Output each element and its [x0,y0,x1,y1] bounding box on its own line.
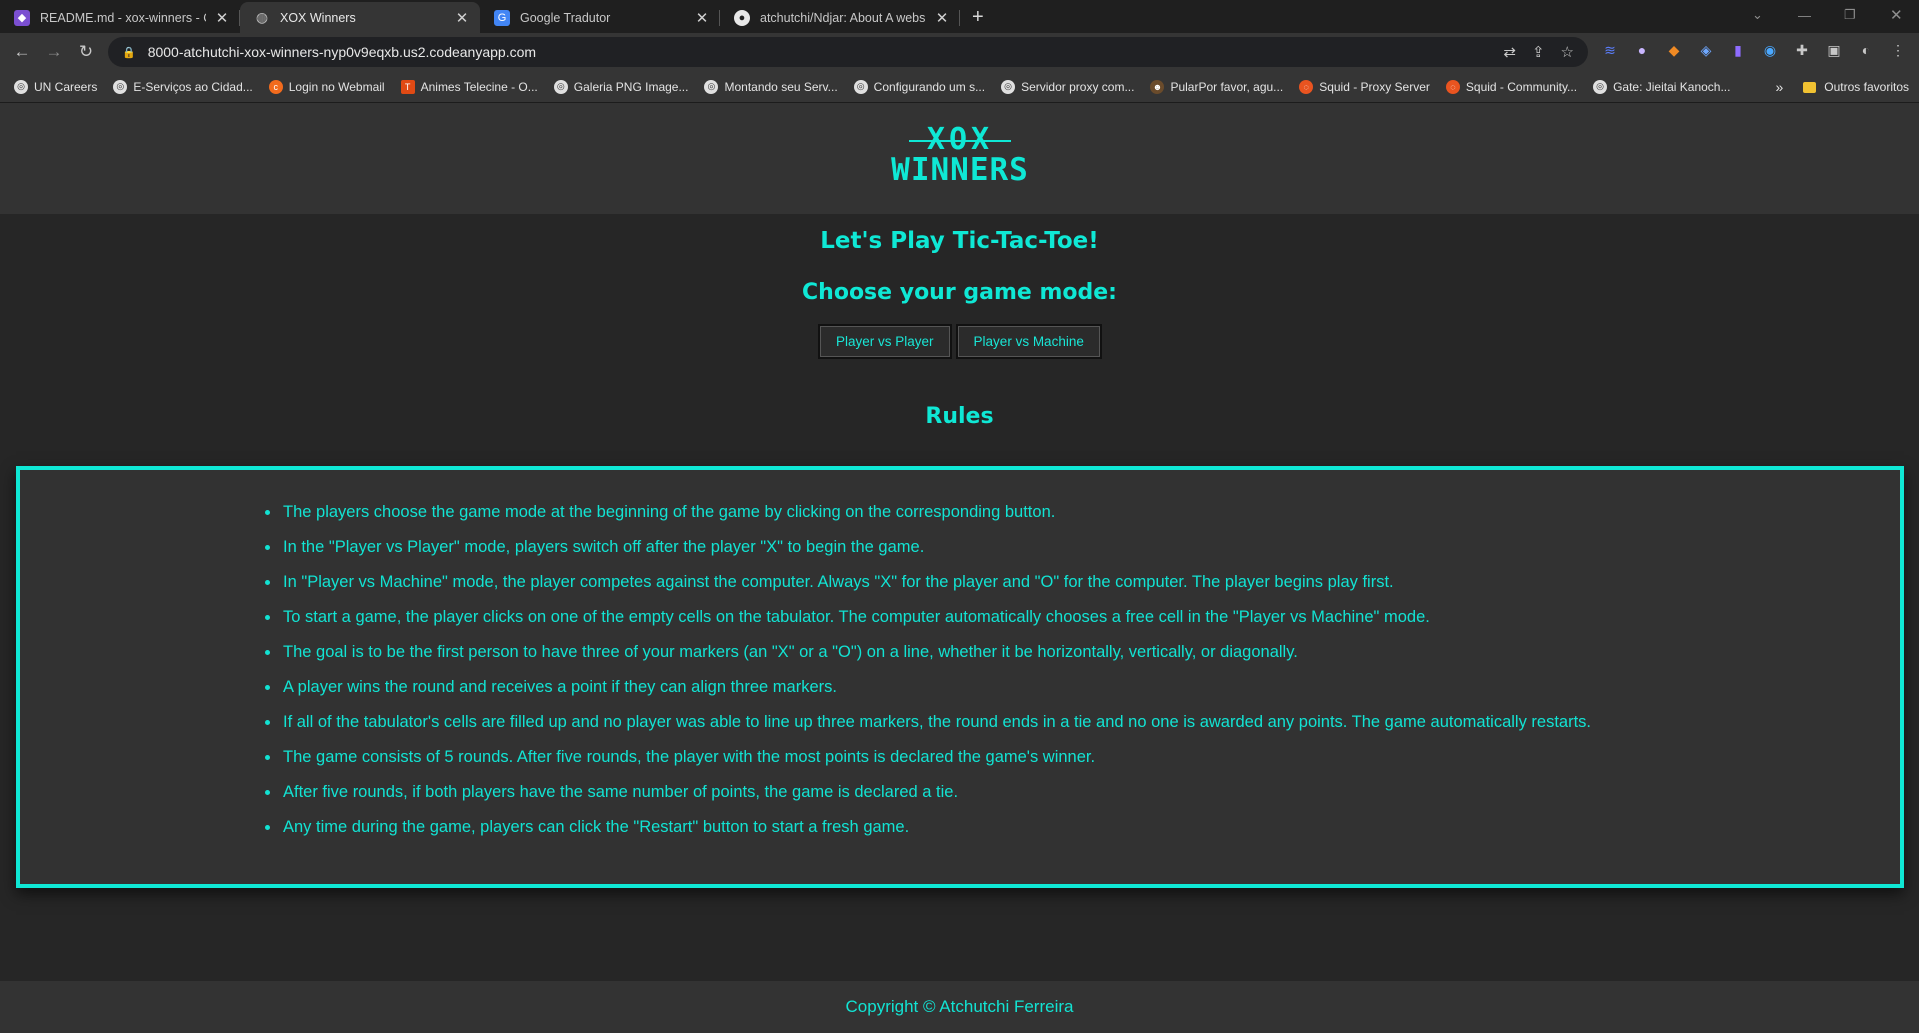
rule-item: Any time during the game, players can cl… [264,817,1591,852]
bookmark-item[interactable]: c Login no Webmail [268,79,385,94]
logo-line-2: WINNERS [891,152,1029,188]
window-close-icon[interactable]: ✕ [1890,0,1903,30]
close-icon[interactable]: ✕ [214,9,230,27]
bookmark-item[interactable]: ◎ Gate: Jieitai Kanoch... [1593,79,1730,94]
bookmark-webmail-icon: c [268,79,283,94]
forward-arrow-icon[interactable]: → [38,42,70,62]
rules-list: The players choose the game mode at the … [264,502,1591,852]
metamask-icon[interactable]: ◆ [1664,42,1684,62]
minimize-icon[interactable]: — [1798,0,1811,30]
rule-item: A player wins the round and receives a p… [264,677,1591,712]
tab-divider [959,10,960,26]
rules-heading: Rules [925,404,994,429]
bookmark-ubuntu-icon: ◌ [1299,79,1314,94]
game-mode-heading: Choose your game mode: [802,280,1117,305]
browser-toolbar: ← → ↻ 🔒 8000-atchutchi-xox-winners-nyp0v… [0,33,1919,71]
rule-item: After five rounds, if both players have … [264,782,1591,817]
player-vs-player-button[interactable]: Player vs Player [818,324,952,359]
bookmark-globe-icon: ◎ [1001,79,1016,94]
bookmark-item[interactable]: ◌ Squid - Proxy Server [1299,79,1430,94]
browser-tab-xox-winners[interactable]: ◍ XOX Winners ✕ [240,2,480,33]
rule-item: If all of the tabulator's cells are fill… [264,712,1591,747]
back-arrow-icon[interactable]: ← [6,42,38,62]
bookmarks-right: » Outros favoritos [1776,79,1910,95]
close-icon[interactable]: ✕ [934,9,950,27]
bookmark-globe-icon: ◎ [704,79,719,94]
bookmark-person-icon: ☻ [1150,79,1165,94]
side-panel-icon[interactable]: ▣ [1824,42,1844,62]
extension-icons: ≋ ● ◆ ◈ ▮ ◉ ✚ ▣ ◐ ⋮ [1600,42,1908,62]
restore-icon[interactable]: ❐ [1844,0,1856,30]
url-text[interactable]: 8000-atchutchi-xox-winners-nyp0v9eqxb.us… [148,44,536,60]
extension-icon[interactable]: ◉ [1760,42,1780,62]
tab-search-icon[interactable]: ⌄ [1752,0,1763,30]
extension-icon[interactable]: ● [1632,42,1652,62]
bookmark-item[interactable]: ◎ E-Serviços ao Cidad... [113,79,253,94]
globe-icon: ◍ [255,9,269,25]
rule-item: To start a game, the player clicks on on… [264,607,1591,642]
github-icon: ● [734,9,750,26]
bookmark-globe-icon: ◎ [853,79,868,94]
page-title: Let's Play Tic-Tac-Toe! [820,228,1099,254]
browser-tab-strip: ◆ README.md - xox-winners - Cod ✕ ◍ XOX … [0,0,1919,33]
bookmark-item[interactable]: ◎ Servidor proxy com... [1001,79,1134,94]
browser-tab-readme[interactable]: ◆ README.md - xox-winners - Cod ✕ [0,2,240,33]
omnibox-actions: ⇄ ⇪ ☆ [1503,43,1574,61]
browser-tab-google-tradutor[interactable]: G Google Tradutor ✕ [480,2,720,33]
codeanywhere-icon: ◆ [14,9,30,26]
logo-line-1: XOX [908,122,1012,157]
browser-tab-github[interactable]: ● atchutchi/Ndjar: About A website ✕ [720,2,960,33]
close-icon[interactable]: ✕ [454,9,470,27]
rule-item: The game consists of 5 rounds. After fiv… [264,747,1591,782]
site-header: XOX WINNERS [0,103,1919,214]
bookmark-ubuntu-icon: ◌ [1445,79,1460,94]
copyright-text: Copyright © Atchutchi Ferreira [845,997,1074,1016]
translate-page-icon[interactable]: ⇄ [1503,43,1516,61]
bookmarks-bar: ◎ UN Careers ◎ E-Serviços ao Cidad... c Log… [0,71,1919,103]
bookmark-item[interactable]: ☻ PularPor favor, agu... [1150,79,1283,94]
extension-icon[interactable]: ≋ [1600,42,1620,62]
bookmark-globe-icon: ◎ [113,79,128,94]
rules-panel: The players choose the game mode at the … [16,466,1904,888]
bookmark-anime-icon: T [400,79,415,94]
new-tab-button[interactable]: + [960,6,994,33]
other-bookmarks[interactable]: Outros favoritos [1824,80,1909,94]
tab-title: Google Tradutor [520,10,611,25]
folder-icon [1803,81,1817,93]
bookmark-item[interactable]: ◎ UN Careers [14,79,97,94]
game-mode-buttons: Player vs Player Player vs Machine [818,324,1102,359]
bookmark-globe-icon: ◎ [14,79,28,94]
bookmark-item[interactable]: ◌ Squid - Community... [1445,79,1577,94]
bookmark-globe-icon: ◎ [553,79,568,94]
extension-icon[interactable]: ▮ [1728,42,1748,62]
extension-icon[interactable]: ◈ [1696,42,1716,62]
site-logo[interactable]: XOX WINNERS [880,125,1040,186]
player-vs-machine-button[interactable]: Player vs Machine [955,324,1102,359]
rule-item: In the "Player vs Player" mode, players … [264,537,1591,572]
reload-icon[interactable]: ↻ [70,42,102,62]
profile-avatar[interactable]: ◐ [1856,42,1876,62]
site-footer: Copyright © Atchutchi Ferreira [0,981,1919,1033]
bookmarks-overflow-icon[interactable]: » [1776,79,1784,95]
bookmark-star-icon[interactable]: ☆ [1561,43,1574,61]
translate-icon: G [494,9,510,26]
address-bar[interactable]: 🔒 8000-atchutchi-xox-winners-nyp0v9eqxb.… [108,37,1588,67]
bookmark-item[interactable]: T Animes Telecine - O... [400,79,538,94]
puzzle-icon[interactable]: ✚ [1792,42,1812,62]
rule-item: In "Player vs Machine" mode, the player … [264,572,1591,607]
tab-title: XOX Winners [280,10,356,25]
bookmark-item[interactable]: ◎ Galeria PNG Image... [553,79,688,94]
share-icon[interactable]: ⇪ [1532,43,1545,61]
tab-title: README.md - xox-winners - Cod [40,10,206,25]
kebab-menu-icon[interactable]: ⋮ [1888,42,1908,62]
tab-title: atchutchi/Ndjar: About A website [760,10,926,25]
rule-item: The players choose the game mode at the … [264,502,1591,537]
bookmark-globe-icon: ◎ [1593,79,1608,94]
rule-item: The goal is to be the first person to ha… [264,642,1591,677]
bookmark-item[interactable]: ◎ Montando seu Serv... [704,79,838,94]
close-icon[interactable]: ✕ [694,9,710,27]
bookmark-item[interactable]: ◎ Configurando um s... [853,79,985,94]
lock-icon: 🔒 [122,46,136,59]
